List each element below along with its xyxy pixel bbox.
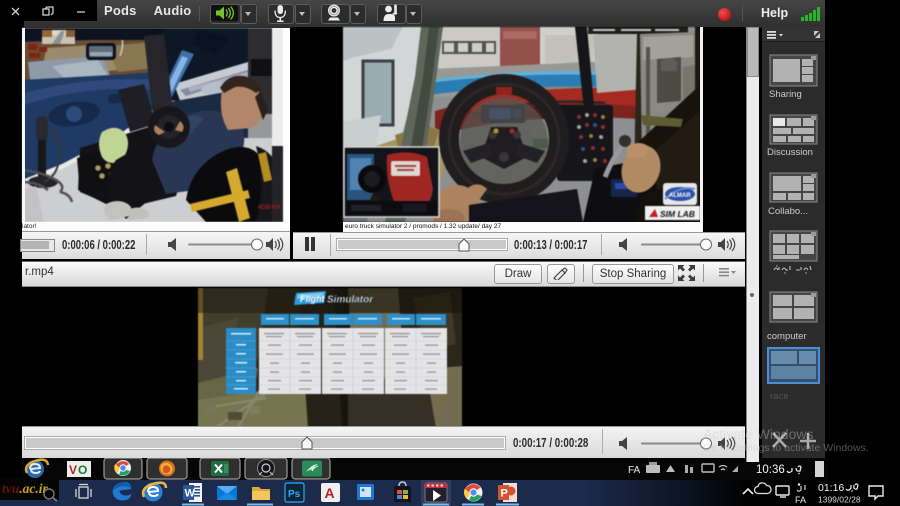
svg-text:tvu.ac.ir: tvu.ac.ir bbox=[2, 481, 49, 496]
svg-text:A: A bbox=[325, 485, 335, 501]
svg-text:Flight: Flight bbox=[300, 294, 325, 304]
svg-text:computer: computer bbox=[767, 331, 807, 342]
svg-text:01:16: 01:16 bbox=[818, 482, 844, 494]
svg-text:P: P bbox=[501, 488, 508, 500]
svg-text:race: race bbox=[770, 391, 788, 402]
svg-text:Ps: Ps bbox=[288, 489, 301, 500]
svg-text:Sharing: Sharing bbox=[769, 89, 802, 100]
svg-text:W: W bbox=[185, 488, 196, 500]
svg-text:V: V bbox=[69, 463, 77, 477]
svg-text:Discussion: Discussion bbox=[767, 147, 813, 158]
svg-text:Collabo...: Collabo... bbox=[768, 206, 808, 217]
svg-text:FA: FA bbox=[795, 495, 806, 505]
svg-text:SIM LAB: SIM LAB bbox=[660, 209, 695, 219]
svg-text:ALMAR: ALMAR bbox=[669, 193, 691, 199]
svg-text:1399/02/28: 1399/02/28 bbox=[818, 495, 861, 505]
svg-text:O: O bbox=[78, 463, 87, 477]
svg-text:Simulator: Simulator bbox=[327, 295, 374, 306]
svg-text:4GB-KH: 4GB-KH bbox=[258, 205, 280, 211]
svg-text:10:36: 10:36 bbox=[756, 464, 785, 476]
svg-text:FA: FA bbox=[628, 465, 641, 476]
